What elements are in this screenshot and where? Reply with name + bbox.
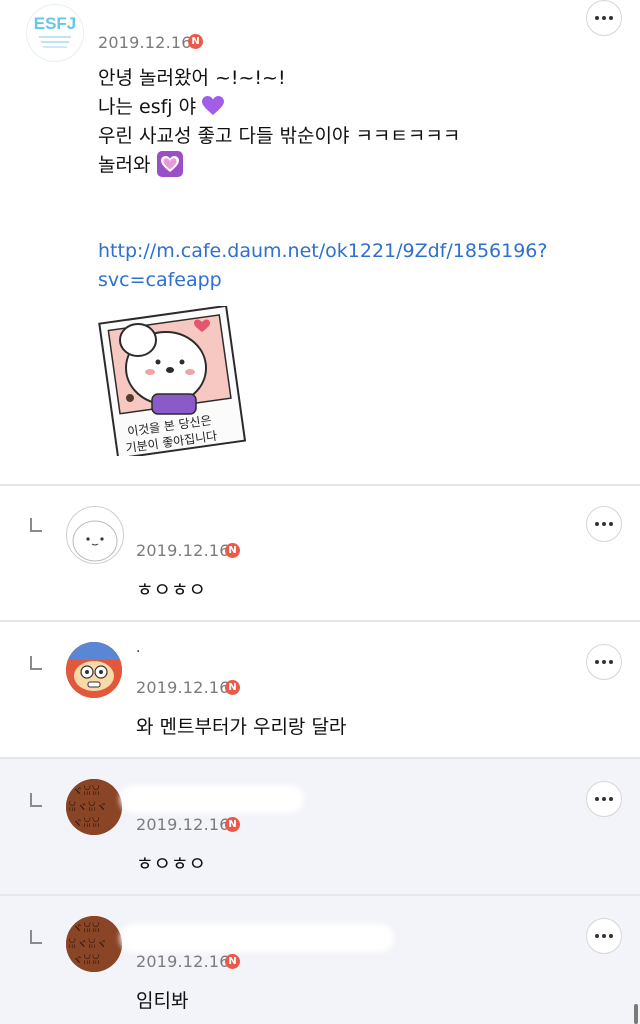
new-badge: N <box>225 680 240 695</box>
reply-arrow-icon <box>30 656 42 670</box>
post-line-3: 우린 사교성 좋고 다들 밖순이야 ㅋㅋㅌㅋㅋㅋ <box>98 125 461 147</box>
reply-author[interactable]: . <box>136 640 140 656</box>
cartoon-avatar-icon <box>66 642 122 698</box>
avatar-logo-text: ESFJ <box>34 14 77 33</box>
svg-text:ヾꈍꈍ: ヾꈍꈍ <box>72 954 100 967</box>
post-link[interactable]: http://m.cafe.daum.net/ok1221/9Zdf/18561… <box>98 237 547 295</box>
svg-text:ꈍヾꈍヾ: ꈍヾꈍヾ <box>68 801 107 814</box>
main-post: ESFJ 2019.12.16 N 안녕 놀러왔어 ~!~!~! 나는 esfj… <box>0 0 640 484</box>
new-badge: N <box>188 34 203 49</box>
reply-arrow-icon <box>30 793 42 807</box>
bear-avatar-icon <box>72 520 118 562</box>
reply-author[interactable] <box>124 789 300 809</box>
esfj-logo-icon: ESFJ <box>27 5 83 61</box>
reply-more-button[interactable] <box>586 781 622 817</box>
post-line-1: 안녕 놀러왔어 ~!~!~! <box>98 67 286 89</box>
more-options-icon <box>595 522 599 526</box>
svg-text:ヾꈍꈍ: ヾꈍꈍ <box>72 922 100 935</box>
reply-item: 2019.12.16 N ㅎㅇㅎㅇ <box>0 486 640 621</box>
reply-date: 2019.12.16 <box>136 952 230 971</box>
post-more-button[interactable] <box>586 0 622 36</box>
reply-avatar[interactable]: ヾꈍꈍ ꈍヾꈍヾ ヾꈍꈍ <box>66 779 122 835</box>
dog-sticker-image: 이것을 본 당신은 기분이 좋아집니다 <box>98 306 247 456</box>
author-avatar[interactable]: ESFJ <box>26 4 84 62</box>
reply-more-button[interactable] <box>586 506 622 542</box>
post-link-line-2[interactable]: svc=cafeapp <box>98 266 547 295</box>
reply-date: 2019.12.16 <box>136 678 230 697</box>
more-options-icon <box>595 16 599 20</box>
post-line-2: 나는 esfj 야 <box>98 96 197 118</box>
reply-item: . 2019.12.16 N 와 멘트부터가 우리랑 달라 <box>0 622 640 757</box>
svg-text:ꈍヾꈍヾ: ꈍヾꈍヾ <box>68 938 107 951</box>
heart-box-icon <box>156 151 183 177</box>
reply-avatar[interactable] <box>66 506 124 564</box>
post-line-2-row: 나는 esfj 야 <box>98 93 460 122</box>
reply-avatar[interactable] <box>66 642 122 698</box>
scrollbar[interactable] <box>634 1004 638 1024</box>
reply-item: ヾꈍꈍ ꈍヾꈍヾ ヾꈍꈍ 2019.12.16 N 임티봐 <box>0 896 640 1024</box>
post-date: 2019.12.16 <box>98 33 192 52</box>
post-line-4-row: 놀러와 <box>98 151 460 180</box>
new-badge: N <box>225 954 240 969</box>
reply-text: 와 멘트부터가 우리랑 달라 <box>136 716 347 738</box>
reply-author[interactable] <box>124 928 390 948</box>
purple-heart-icon <box>202 96 225 115</box>
reply-arrow-icon <box>30 930 42 944</box>
reply-more-button[interactable] <box>586 644 622 680</box>
reply-text: 임티봐 <box>136 990 189 1012</box>
new-badge: N <box>225 543 240 558</box>
reply-avatar[interactable]: ヾꈍꈍ ꈍヾꈍヾ ヾꈍꈍ <box>66 916 122 972</box>
reply-text: ㅎㅇㅎㅇ <box>136 853 206 875</box>
reply-date: 2019.12.16 <box>136 815 230 834</box>
reply-more-button[interactable] <box>586 918 622 954</box>
reply-arrow-icon <box>30 518 42 532</box>
svg-text:ヾꈍꈍ: ヾꈍꈍ <box>72 785 100 798</box>
more-options-icon <box>595 797 599 801</box>
reply-date: 2019.12.16 <box>136 541 230 560</box>
post-link-line-1[interactable]: http://m.cafe.daum.net/ok1221/9Zdf/18561… <box>98 237 547 266</box>
reply-text: ㅎㅇㅎㅇ <box>136 579 206 601</box>
post-line-4: 놀러와 <box>98 154 151 176</box>
pattern-avatar-icon: ヾꈍꈍ ꈍヾꈍヾ ヾꈍꈍ <box>66 779 122 835</box>
new-badge: N <box>225 817 240 832</box>
svg-text:ヾꈍꈍ: ヾꈍꈍ <box>72 817 100 830</box>
more-options-icon <box>595 934 599 938</box>
more-options-icon <box>595 660 599 664</box>
post-body: 안녕 놀러왔어 ~!~!~! 나는 esfj 야 우린 사교성 좋고 다들 밖순… <box>98 64 460 180</box>
reply-item: ヾꈍꈍ ꈍヾꈍヾ ヾꈍꈍ 2019.12.16 N ㅎㅇㅎㅇ <box>0 759 640 894</box>
pattern-avatar-icon: ヾꈍꈍ ꈍヾꈍヾ ヾꈍꈍ <box>66 916 122 972</box>
